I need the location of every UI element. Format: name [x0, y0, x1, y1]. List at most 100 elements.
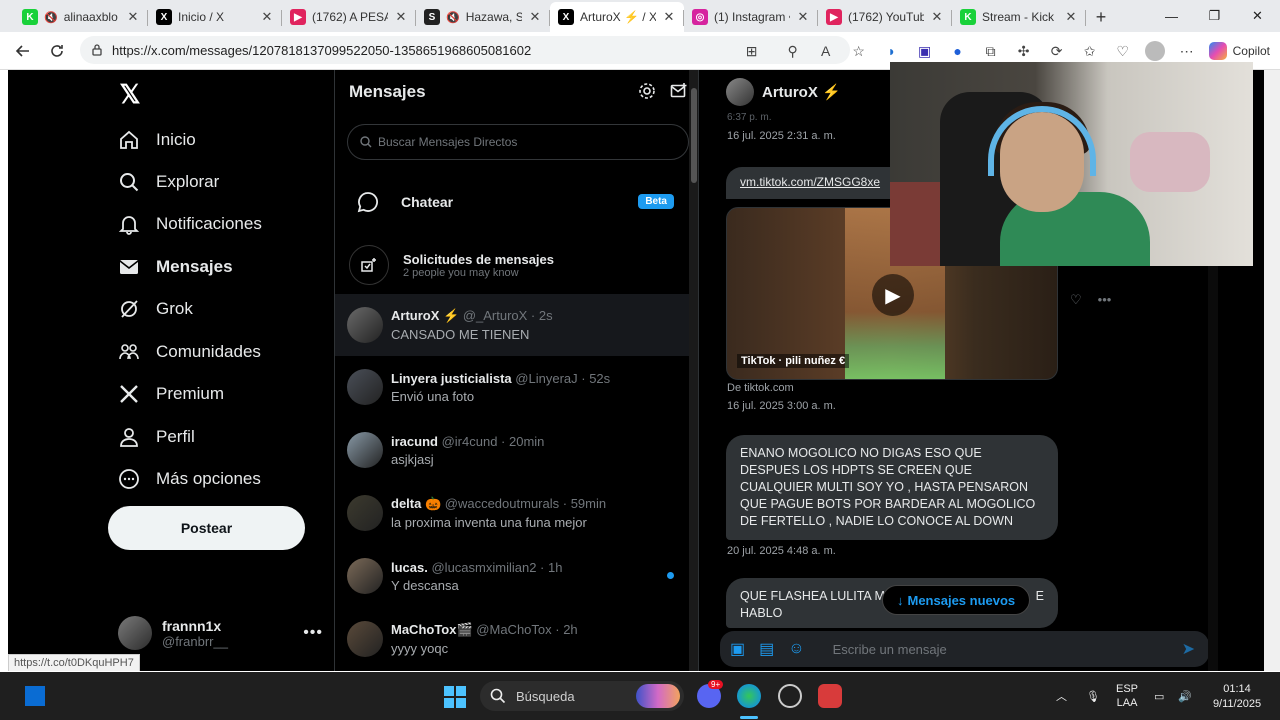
close-tab-icon[interactable]: ✕ — [394, 9, 408, 24]
chat-button[interactable]: Chatear Beta — [335, 180, 698, 224]
react-heart-icon[interactable]: ♡ — [1070, 292, 1082, 308]
minimize-button[interactable]: — — [1150, 0, 1193, 32]
browser-tab[interactable]: X Inicio / X ✕ — [148, 2, 282, 32]
post-button[interactable]: Postear — [108, 506, 305, 550]
obs-icon[interactable] — [778, 684, 802, 708]
conversation-header[interactable]: ArturoX ⚡ — [726, 78, 841, 106]
nav-item-perfil[interactable]: Perfil — [118, 422, 195, 452]
muted-speaker-icon[interactable]: 🔇 — [44, 11, 58, 24]
close-tab-icon[interactable]: ✕ — [930, 9, 944, 24]
nav-item-mensajes[interactable]: Mensajes — [118, 252, 233, 282]
muted-speaker-icon[interactable]: 🔇 — [446, 11, 460, 24]
extensions-puzzle-icon[interactable]: ✣ — [1013, 40, 1035, 62]
new-message-icon[interactable] — [670, 82, 688, 100]
browser-tab[interactable]: ◎ (1) Instagram • ✕ — [684, 2, 818, 32]
browser-tab[interactable]: K Stream - Kick D ✕ — [952, 2, 1086, 32]
tab-separator — [1085, 10, 1086, 26]
emoji-icon[interactable]: ☺ — [788, 640, 804, 658]
nav-item-explorar[interactable]: Explorar — [118, 167, 219, 197]
page-scrollbar[interactable] — [1264, 70, 1280, 671]
split-screen-icon[interactable]: ⟳ — [1046, 40, 1068, 62]
taskbar-search[interactable]: Búsqueda — [480, 681, 684, 711]
network-icon[interactable]: ▭ — [1154, 672, 1164, 720]
collections-icon[interactable]: ✩ — [1079, 40, 1101, 62]
browser-tab[interactable]: X ArturoX ⚡ / X ✕ — [550, 2, 684, 32]
message-requests[interactable]: Solicitudes de mensajes 2 people you may… — [335, 240, 698, 290]
zoom-icon[interactable]: ⚲ — [782, 40, 804, 62]
browser-essentials-icon[interactable]: ♡ — [1112, 40, 1134, 62]
nav-item-inicio[interactable]: Inicio — [118, 125, 196, 155]
media-icon[interactable]: ▣ — [730, 639, 745, 659]
browser-tab[interactable]: ▶ (1762) A PESAR ✕ — [282, 2, 416, 32]
new-messages-button[interactable]: ↓ Mensajes nuevos — [882, 585, 1031, 615]
close-tab-icon[interactable]: ✕ — [528, 9, 542, 24]
browser-tab[interactable]: K 🔇 alinaaxblo ✕ — [14, 2, 148, 32]
conversation-item[interactable]: MaChoTox🎬 @MaChoTox · 2h yyyy yoqc — [335, 608, 698, 670]
profile-avatar-icon[interactable] — [1144, 41, 1165, 61]
new-tab-button[interactable]: + — [1086, 2, 1116, 32]
conversation-item[interactable]: iracund @ir4cund · 20min asjkjasj — [335, 419, 698, 481]
close-tab-icon[interactable]: ✕ — [126, 9, 140, 24]
edge-browser-icon[interactable] — [737, 684, 761, 708]
close-window-button[interactable]: ✕ — [1236, 0, 1279, 32]
tab-title: alinaaxblo — [63, 10, 118, 24]
settings-gear-icon[interactable] — [638, 82, 656, 100]
search-messages-input[interactable]: Buscar Mensajes Directos — [347, 124, 689, 160]
nav-item-premium[interactable]: Premium — [118, 379, 224, 409]
microphone-icon[interactable]: 🎙 — [1086, 672, 1100, 720]
timestamp: 16 jul. 2025 3:00 a. m. — [727, 400, 836, 412]
screenshot-icon[interactable]: ⧉ — [980, 40, 1002, 62]
nav-item-notificaciones[interactable]: Notificaciones — [118, 209, 262, 239]
show-desktop-app-icon[interactable] — [25, 686, 45, 706]
nav-item-más-opciones[interactable]: Más opciones — [118, 464, 261, 494]
close-tab-icon[interactable]: ✕ — [796, 9, 810, 24]
favorite-star-icon[interactable]: ☆ — [848, 40, 870, 62]
windows-start-icon[interactable] — [444, 686, 466, 708]
volume-icon[interactable]: 🔊 — [1178, 672, 1192, 720]
more-dots-icon[interactable]: ••• — [303, 624, 323, 642]
nav-item-grok[interactable]: Grok — [118, 294, 193, 324]
scrollbar-thumb[interactable] — [691, 88, 697, 183]
more-actions-icon[interactable]: ••• — [1098, 292, 1112, 308]
close-tab-icon[interactable]: ✕ — [662, 9, 676, 24]
reload-button[interactable] — [40, 34, 74, 68]
message-composer[interactable]: ▣ ▤ ☺ Escribe un mensaje ➤ — [720, 631, 1209, 667]
x-logo-icon[interactable]: 𝕏 — [116, 80, 144, 108]
extension-1-icon[interactable]: ◗ — [881, 40, 903, 62]
read-aloud-icon[interactable]: A — [815, 40, 837, 62]
settings-more-icon[interactable]: ⋯ — [1176, 40, 1198, 62]
conversation-name: MaChoTox🎬 — [391, 622, 473, 637]
copilot-button[interactable]: Copilot — [1208, 42, 1270, 60]
conversation-item[interactable]: ArturoX ⚡ @_ArturoX · 2s CANSADO ME TIENE… — [335, 294, 698, 356]
timestamp: 20 jul. 2025 4:48 a. m. — [727, 545, 836, 557]
close-tab-icon[interactable]: ✕ — [1064, 9, 1078, 24]
arrow-down-icon: ↓ — [897, 592, 904, 608]
system-clock[interactable]: 01:14 9/11/2025 — [1200, 682, 1274, 712]
back-button[interactable] — [6, 34, 40, 68]
requests-inbox-icon — [349, 245, 389, 285]
tray-chevron-icon[interactable]: ︿ — [1056, 672, 1067, 720]
nav-item-comunidades[interactable]: Comunidades — [118, 337, 261, 367]
extension-3-icon[interactable]: ● — [947, 40, 969, 62]
browser-tab[interactable]: S 🔇 Hazawa, S ✕ — [416, 2, 550, 32]
conversation-item[interactable]: lucas. @lucasmximilian2 · 1h Y descansa — [335, 545, 698, 607]
search-placeholder: Buscar Mensajes Directos — [378, 135, 518, 149]
conversation-handle: @_ArturoX — [462, 308, 528, 323]
app-store-icon[interactable] — [818, 684, 842, 708]
url-field[interactable]: https://x.com/messages/12078181370995220… — [80, 36, 850, 64]
app-available-icon[interactable]: ⊞ — [741, 40, 763, 62]
close-tab-icon[interactable]: ✕ — [260, 9, 274, 24]
message-actions: ♡ ••• — [1070, 292, 1111, 308]
gif-icon[interactable]: ▤ — [759, 639, 774, 659]
account-switcher[interactable]: frannn1x @franbrr__ ••• — [118, 612, 323, 654]
language-indicator[interactable]: ESP LAA — [1116, 672, 1138, 720]
lang-secondary: LAA — [1116, 697, 1138, 709]
conversation-item[interactable]: Linyera justicialista @LinyeraJ · 52s Env… — [335, 356, 698, 418]
browser-tab[interactable]: ▶ (1762) YouTube ✕ — [818, 2, 952, 32]
maximize-button[interactable]: ❐ — [1193, 0, 1236, 32]
send-icon[interactable]: ➤ — [1182, 639, 1195, 659]
play-icon[interactable]: ▶ — [872, 274, 914, 316]
conversation-item[interactable]: delta 🎃 @waccedoutmurals · 59min la proxi… — [335, 482, 698, 544]
extension-2-icon[interactable]: ▣ — [914, 40, 936, 62]
list-scrollbar[interactable] — [689, 70, 698, 671]
